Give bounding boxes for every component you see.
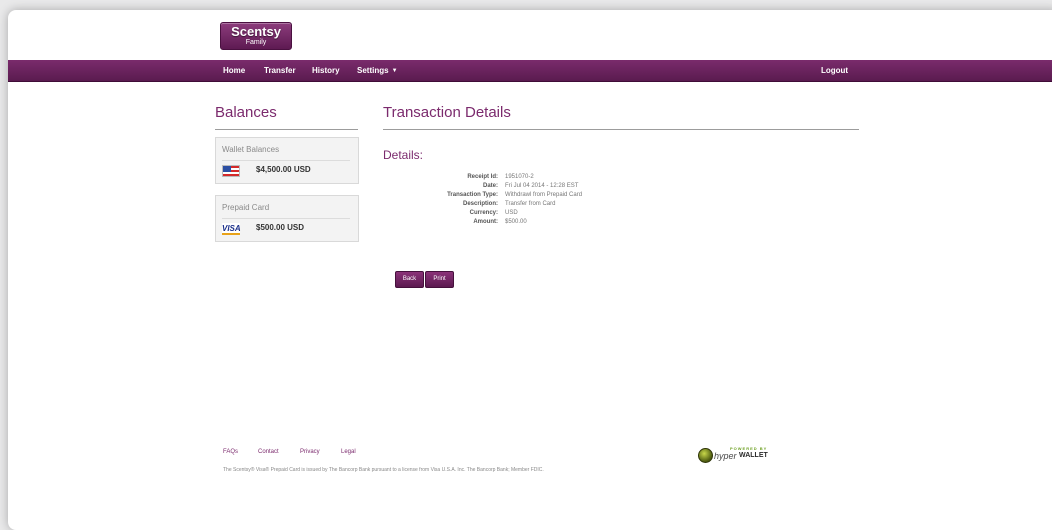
wallet-balances-title: Wallet Balances bbox=[222, 145, 280, 154]
panel-divider bbox=[222, 218, 350, 219]
page-title: Transaction Details bbox=[383, 104, 511, 121]
detail-label: Amount: bbox=[473, 219, 498, 225]
detail-value: USD bbox=[505, 210, 518, 216]
detail-label: Transaction Type: bbox=[447, 192, 498, 198]
balances-divider bbox=[215, 129, 358, 130]
title-divider bbox=[383, 129, 859, 130]
detail-row-transaction-type: Transaction Type: Withdrawl from Prepaid… bbox=[383, 191, 783, 200]
detail-row-date: Date: Fri Jul 04 2014 - 12:28 EST bbox=[383, 182, 783, 191]
prepaid-card-panel: Prepaid Card VISA $500.00 USD bbox=[215, 195, 359, 242]
detail-value: Transfer from Card bbox=[505, 201, 556, 207]
wallet-text: WALLET bbox=[739, 452, 768, 459]
detail-row-amount: Amount: $500.00 bbox=[383, 218, 783, 227]
nav-settings-label: Settings bbox=[357, 66, 389, 75]
nav-home[interactable]: Home bbox=[223, 60, 245, 81]
caret-down-icon: ▼ bbox=[391, 68, 398, 74]
detail-value: $500.00 bbox=[505, 219, 527, 225]
detail-row-receipt-id: Receipt Id: 1951070-2 bbox=[383, 173, 783, 182]
nav-history[interactable]: History bbox=[312, 60, 340, 81]
detail-row-description: Description: Transfer from Card bbox=[383, 200, 783, 209]
back-button[interactable]: Back bbox=[395, 271, 424, 288]
detail-row-currency: Currency: USD bbox=[383, 209, 783, 218]
footer-link-contact[interactable]: Contact bbox=[258, 449, 279, 455]
wallet-balances-panel: Wallet Balances $4,500.00 USD bbox=[215, 137, 359, 184]
browser-page: Scentsy Family Home Transfer History Set… bbox=[8, 10, 1052, 530]
logo-sub-text: Family bbox=[245, 39, 267, 46]
prepaid-card-title: Prepaid Card bbox=[222, 203, 270, 212]
detail-label: Currency: bbox=[469, 210, 498, 216]
nav-logout[interactable]: Logout bbox=[821, 60, 848, 81]
footer-link-legal[interactable]: Legal bbox=[341, 449, 356, 455]
scentsy-family-logo[interactable]: Scentsy Family bbox=[220, 22, 292, 50]
us-flag-icon bbox=[222, 165, 240, 177]
visa-card-icon: VISA bbox=[222, 223, 241, 235]
panel-divider bbox=[222, 160, 350, 161]
details-heading: Details: bbox=[383, 148, 424, 162]
nav-settings-dropdown[interactable]: Settings ▼ bbox=[357, 60, 398, 81]
hyperwallet-ball-icon bbox=[698, 448, 713, 463]
footer-disclaimer: The Scentsy® Visa® Prepaid Card is issue… bbox=[223, 467, 544, 473]
nav-transfer[interactable]: Transfer bbox=[264, 60, 296, 81]
hyper-text: hyper bbox=[714, 451, 737, 461]
main-nav: Home Transfer History Settings ▼ Logout bbox=[8, 60, 1052, 82]
hyperwallet-logo: POWERED BY hyper WALLET bbox=[698, 446, 778, 464]
balances-heading: Balances bbox=[215, 104, 277, 121]
detail-label: Description: bbox=[462, 201, 498, 207]
logo-brand-text: Scentsy bbox=[231, 24, 281, 39]
detail-label: Receipt Id: bbox=[467, 174, 498, 180]
detail-value: 1951070-2 bbox=[505, 174, 534, 180]
print-button[interactable]: Print bbox=[425, 271, 454, 288]
footer-link-faqs[interactable]: FAQs bbox=[223, 449, 238, 455]
detail-value: Fri Jul 04 2014 - 12:28 EST bbox=[505, 183, 579, 189]
detail-label: Date: bbox=[482, 183, 498, 189]
footer-link-privacy[interactable]: Privacy bbox=[300, 449, 320, 455]
wallet-balance-value: $4,500.00 USD bbox=[256, 165, 311, 174]
prepaid-balance-value: $500.00 USD bbox=[256, 223, 305, 232]
detail-value: Withdrawl from Prepaid Card bbox=[505, 192, 583, 198]
